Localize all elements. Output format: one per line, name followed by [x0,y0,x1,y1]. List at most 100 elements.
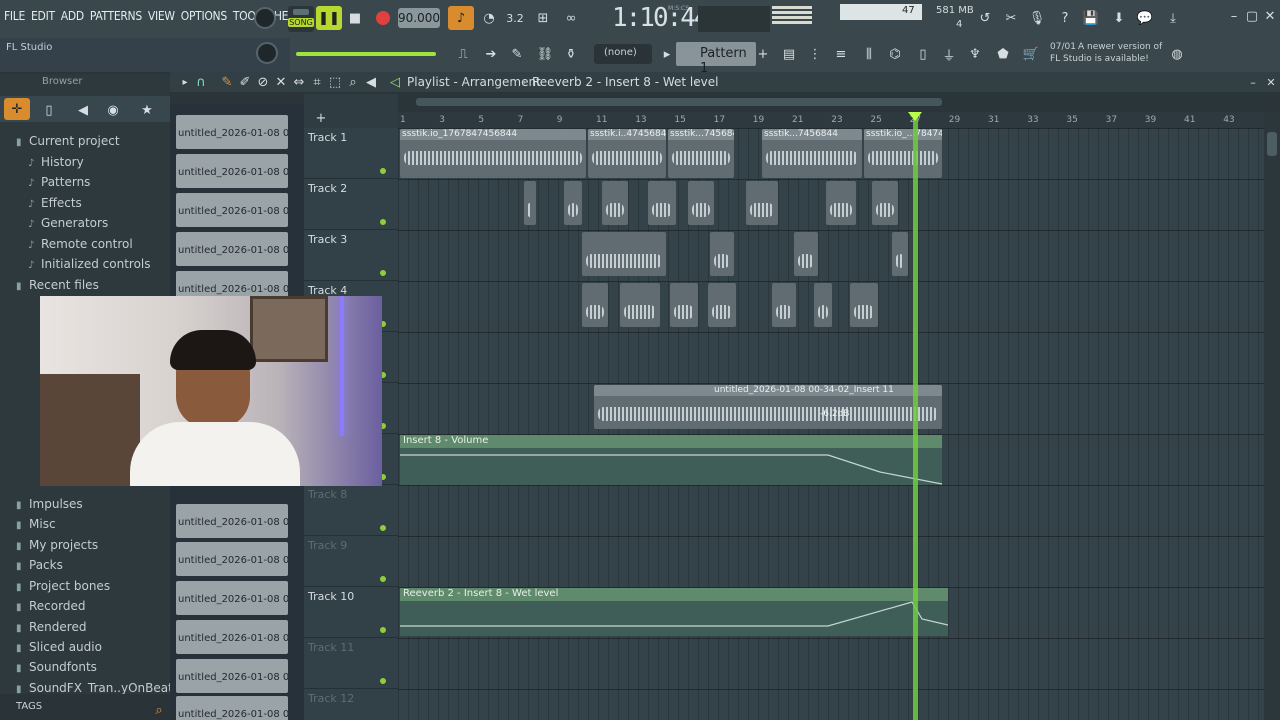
audio-clip-track2[interactable] [524,181,536,225]
track-header[interactable]: Track 8 [304,485,398,536]
countdown-button[interactable]: 3.2 [502,6,528,30]
delete-tool-icon[interactable]: ⊘ [256,74,270,90]
step-edit-button[interactable]: ⊞ [530,6,556,30]
pattern-clip-item[interactable]: untitled_2026-01-08 00-... [176,232,288,266]
menu-add[interactable]: ADD [61,9,84,23]
step-sequencer-icon[interactable]: ≡ [828,42,854,66]
pattern-clip-item[interactable]: untitled_2026-01-08 00-... [176,696,288,720]
track-header[interactable]: Track 9 [304,536,398,587]
browser-item[interactable]: ▮ Current project [16,134,120,148]
browser-item[interactable]: ▮ My projects [16,538,98,552]
pattern-selector[interactable]: Pattern 1 [676,42,756,76]
menu-patterns[interactable]: PATTERNS [90,9,142,23]
audio-clip-track3[interactable] [892,232,908,276]
track-header[interactable]: Track 10 [304,587,398,638]
track-mute-led[interactable] [380,219,386,225]
globe-icon[interactable]: ◍ [1164,42,1190,66]
browser-item[interactable]: ♪ Patterns [28,175,90,189]
close-icon[interactable]: ✕ [1262,8,1278,24]
file-icon[interactable]: ▯ [910,42,936,66]
add-pattern-icon[interactable]: + [756,42,770,66]
export-icon[interactable]: ⬇ [1106,6,1132,30]
playlist-grid[interactable]: ssstik.io_1767847456844 ssstik.i..474568… [398,128,1264,720]
menu-view[interactable]: VIEW [148,9,175,23]
audio-clip-track1-a[interactable]: ssstik.io_1767847456844 [400,129,586,178]
mute-tool-icon[interactable]: ✕ [274,74,288,90]
browser-item[interactable]: ▮ Sliced audio [16,640,102,654]
mixer-icon[interactable]: ⫼ [856,42,882,66]
pattern-clip-item[interactable]: untitled_2026-01-08 00-... [176,115,288,149]
browser-item[interactable]: ▮ Packs [16,558,63,572]
audio-clip-track4[interactable] [708,283,736,327]
playlist-vscroll[interactable] [1264,112,1280,720]
automation-clip-volume[interactable]: Insert 8 - Volume [400,435,942,485]
chat-icon[interactable]: 💬 [1132,6,1158,30]
track-mute-led[interactable] [380,576,386,582]
track-header[interactable]: Track 3 [304,230,398,281]
browser-item[interactable]: ▮ Soundfonts [16,660,97,674]
track-mute-led[interactable] [380,525,386,531]
loop-record-button[interactable]: ∞ [558,6,584,30]
track-header[interactable]: Track 1 [304,128,398,179]
audio-clip-track2[interactable] [648,181,676,225]
audio-clip-track6[interactable]: untitled_2026-01-08 00-34-02_Insert 11 [594,385,942,429]
automation-clip-wet-level[interactable]: Reeverb 2 - Insert 8 - Wet level [400,588,948,636]
select-tool-icon[interactable]: ⬚ [328,74,342,90]
playhead[interactable] [913,112,918,720]
audio-clip-track2[interactable] [602,181,628,225]
browser-speaker-icon[interactable]: ◀ [70,98,96,122]
add-track-icon[interactable]: + [314,110,328,126]
maximize-icon[interactable]: ▢ [1244,8,1260,24]
audio-clip-track2[interactable] [746,181,778,225]
draw-tool-icon[interactable]: ✎ [220,74,234,90]
tags-search-icon[interactable]: ⌕ [146,698,172,720]
pattern-clip-item[interactable]: untitled_2026-01-08 00-... [176,193,288,227]
browser-item[interactable]: ▮ Project bones [16,579,110,593]
pattern-clip-item[interactable]: untitled_2026-01-08 00-... [176,581,288,615]
browser-item[interactable]: ▮ Impulses [16,497,83,511]
track-header[interactable]: Track 2 [304,179,398,230]
playlist-minimize-icon[interactable]: – [1246,74,1260,90]
cut-icon[interactable]: ✂ [998,6,1024,30]
pattern-clip-item[interactable]: untitled_2026-01-08 00-... [176,542,288,576]
browser-item[interactable]: ♪ Effects [28,196,82,210]
magnet-icon[interactable]: ∩ [194,74,208,90]
channel-rack-icon[interactable]: ⋮ [802,42,828,66]
plugin-icon[interactable]: ⌬ [882,42,908,66]
undo-icon[interactable]: ↺ [972,6,998,30]
snap-selector[interactable]: (none) [594,44,652,64]
pattern-clip-item[interactable]: untitled_2026-01-08 00-... [176,504,288,538]
pause-button[interactable]: ❚❚ [316,6,342,30]
browser-item[interactable]: ♪ Remote control [28,237,133,251]
browser-item[interactable]: ♪ Initialized controls [28,257,151,271]
browser-item[interactable]: ▮ Recorded [16,599,85,613]
track-mute-led[interactable] [380,270,386,276]
wait-input-button[interactable]: ◔ [476,6,502,30]
stamp-icon[interactable]: ⚱ [558,42,584,66]
overview-scrollbar[interactable] [416,98,942,106]
track-mute-led[interactable] [380,678,386,684]
browser-plugin-icon[interactable]: ◉ [100,98,126,122]
audio-clip-track1-e[interactable]: ssstik.io_...7847456844 [864,129,942,178]
pencil-icon[interactable]: ✎ [504,42,530,66]
plug-icon[interactable]: ⏚ [936,42,962,66]
pattern-clip-item[interactable]: untitled_2026-01-08 00-... [176,154,288,188]
playlist-breadcrumb[interactable]: Reeverb 2 - Insert 8 - Wet level [532,75,718,89]
song-mode-toggle[interactable]: SONG [288,6,314,32]
minimize-icon[interactable]: – [1226,8,1242,24]
zoom-tool-icon[interactable]: ⌕ [346,74,360,90]
metronome-button[interactable]: ♪ [448,6,474,30]
track-header[interactable]: Track 11 [304,638,398,689]
link-icon[interactable]: ⛓ [532,42,558,66]
audio-clip-track3[interactable] [710,232,734,276]
track-mute-led[interactable] [380,627,386,633]
main-pitch-knob[interactable] [256,42,278,64]
menu-options[interactable]: OPTIONS [181,9,227,23]
save-icon[interactable]: 💾 [1078,6,1104,30]
stop-button[interactable]: ■ [342,6,368,30]
master-volume-knob[interactable] [254,7,276,29]
news-text-line1[interactable]: A newer version of [1078,42,1162,52]
audio-clip-track4[interactable] [620,283,660,327]
news-text-line2[interactable]: FL Studio is available! [1050,54,1149,64]
audio-clip-track2[interactable] [872,181,898,225]
